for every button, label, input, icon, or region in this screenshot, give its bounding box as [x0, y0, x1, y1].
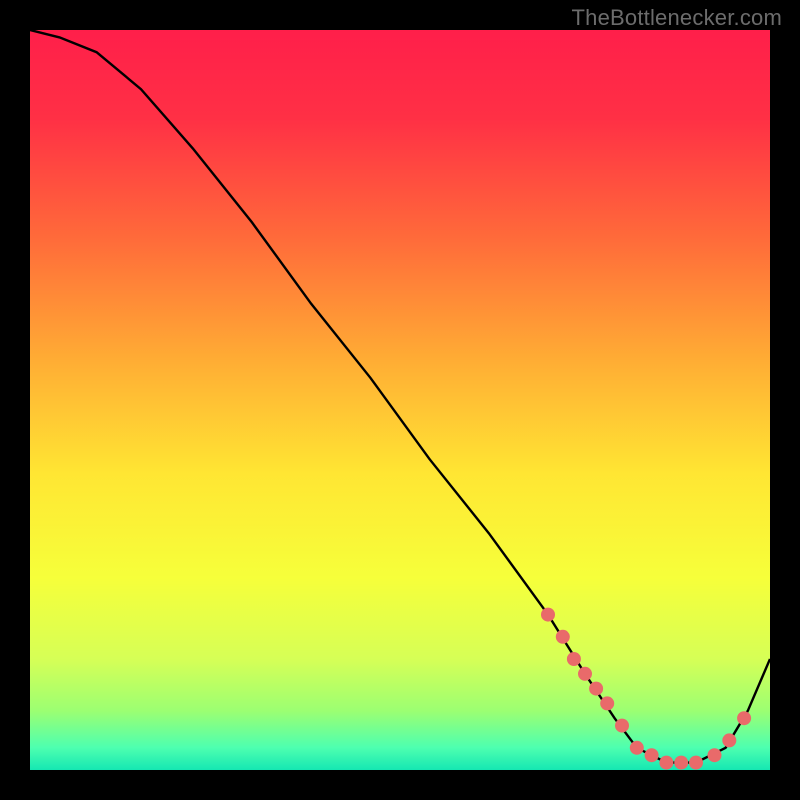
- chart-svg: [30, 30, 770, 770]
- marker-dot: [689, 756, 703, 770]
- marker-dot: [589, 682, 603, 696]
- marker-dot: [645, 748, 659, 762]
- marker-dot: [615, 719, 629, 733]
- credit-label: TheBottlenecker.com: [572, 5, 782, 31]
- marker-dot: [578, 667, 592, 681]
- marker-dot: [556, 630, 570, 644]
- chart-frame: TheBottlenecker.com: [0, 0, 800, 800]
- marker-dot: [674, 756, 688, 770]
- marker-dot: [567, 652, 581, 666]
- marker-dot: [630, 741, 644, 755]
- marker-dot: [659, 756, 673, 770]
- marker-dot: [600, 696, 614, 710]
- marker-dot: [541, 608, 555, 622]
- gradient-background: [30, 30, 770, 770]
- marker-dot: [708, 748, 722, 762]
- marker-dot: [722, 733, 736, 747]
- plot-area: [30, 30, 770, 770]
- marker-dot: [737, 711, 751, 725]
